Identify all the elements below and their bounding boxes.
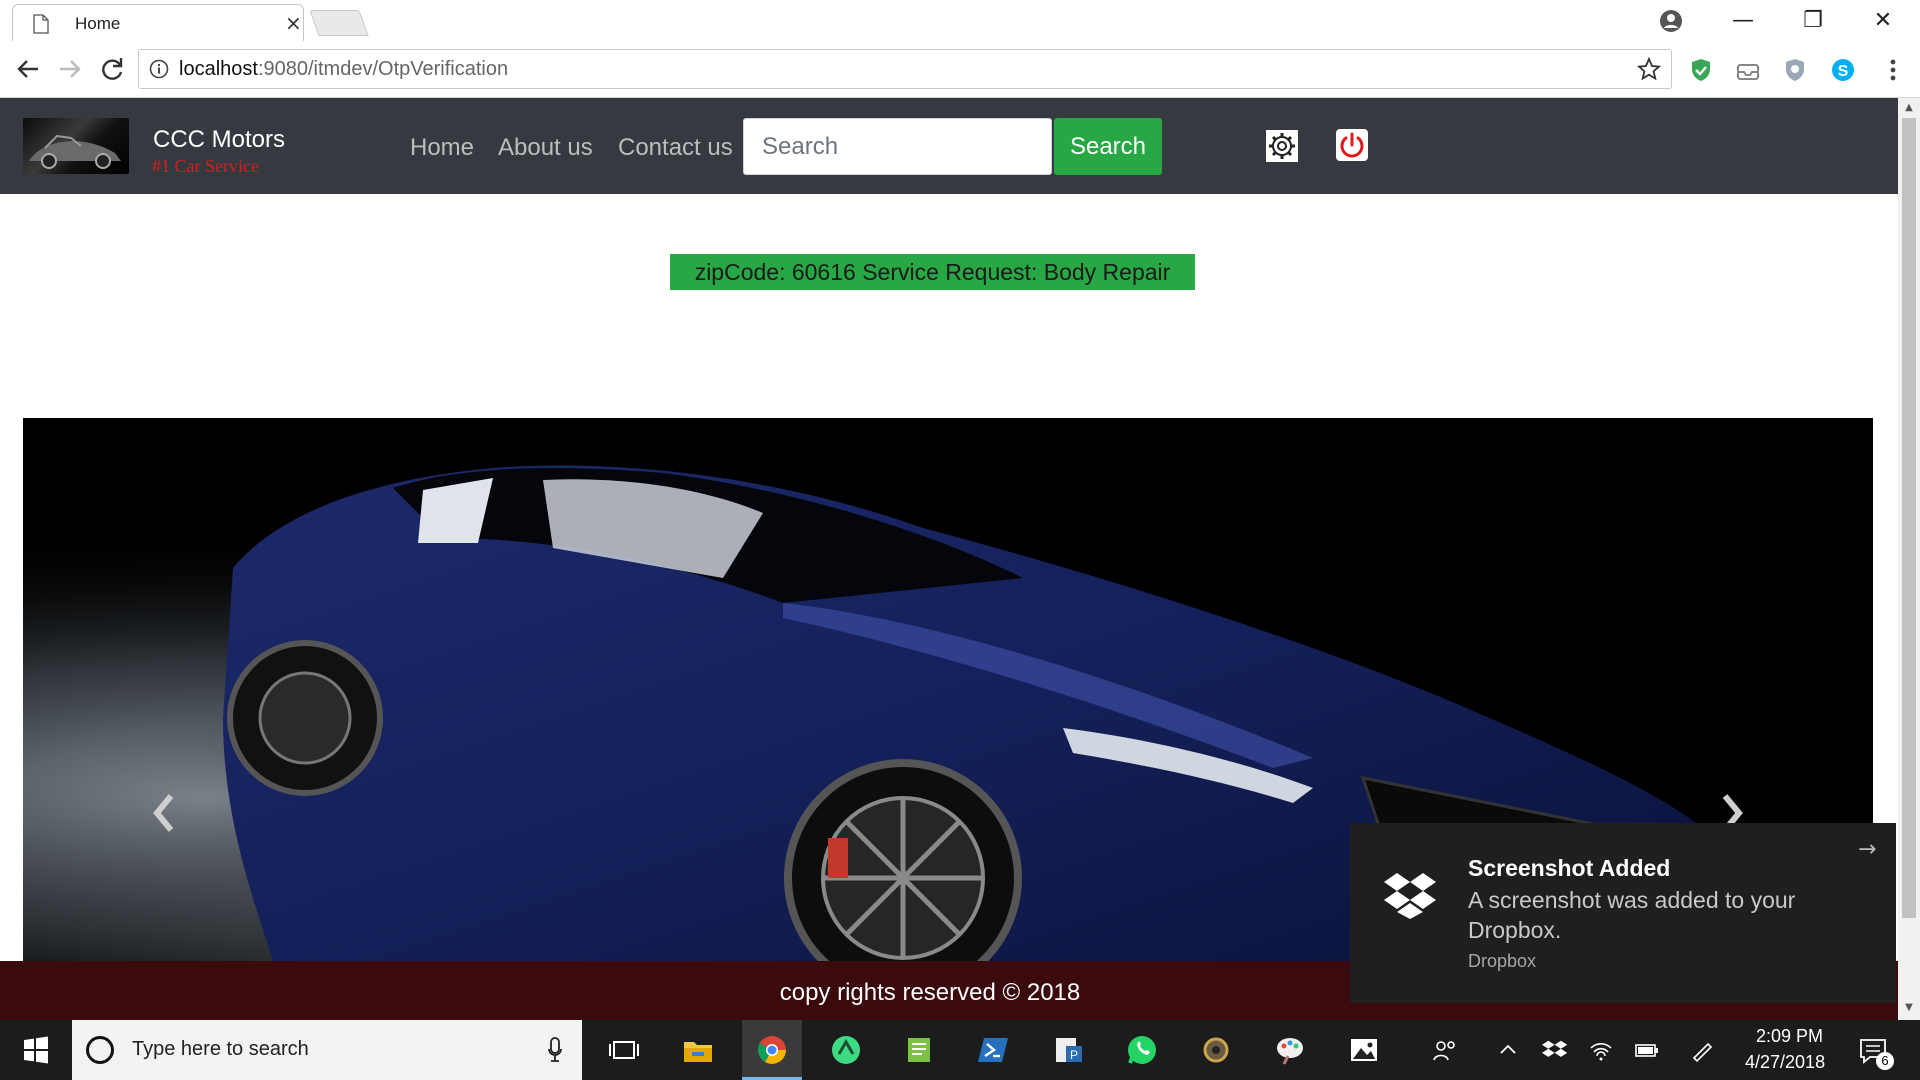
browser-tab-bar: Home × — ❐ ✕ bbox=[0, 0, 1920, 41]
reload-icon[interactable] bbox=[96, 53, 128, 85]
whatsapp-icon[interactable] bbox=[1112, 1020, 1172, 1080]
power-icon[interactable] bbox=[1335, 128, 1369, 162]
clock-date[interactable]: 4/27/2018 bbox=[1745, 1052, 1825, 1073]
battery-icon[interactable] bbox=[1634, 1038, 1660, 1062]
tab-title: Home bbox=[75, 14, 121, 33]
chrome-menu-icon[interactable] bbox=[1880, 57, 1906, 83]
chrome-icon[interactable] bbox=[742, 1020, 802, 1080]
windows-start-icon[interactable] bbox=[0, 1020, 72, 1080]
bookmark-star-icon[interactable] bbox=[1637, 57, 1661, 81]
privacy-extension-icon[interactable] bbox=[1782, 57, 1808, 83]
logo-car-graphic bbox=[29, 134, 121, 169]
android-studio-icon[interactable] bbox=[816, 1020, 876, 1080]
file-explorer-icon[interactable] bbox=[668, 1020, 728, 1080]
minimize-button[interactable]: — bbox=[1720, 4, 1766, 38]
toast-arrow-icon[interactable]: → bbox=[1858, 837, 1876, 862]
notepad-icon[interactable] bbox=[890, 1020, 950, 1080]
brand-logo-image[interactable] bbox=[23, 118, 129, 174]
people-icon[interactable] bbox=[1432, 1038, 1458, 1062]
taskbar-search-box[interactable]: Type here to search bbox=[72, 1020, 582, 1080]
task-view-icon[interactable] bbox=[594, 1020, 654, 1080]
site-navbar: CCC Motors #1 Car Service Home About us … bbox=[0, 98, 1898, 194]
clock-time[interactable]: 2:09 PM bbox=[1756, 1026, 1823, 1047]
chevron-up-icon[interactable] bbox=[1495, 1038, 1521, 1062]
nav-link-home[interactable]: Home bbox=[410, 134, 474, 162]
browser-tab[interactable]: Home × bbox=[12, 4, 304, 41]
new-tab-button[interactable] bbox=[309, 10, 369, 36]
close-window-button[interactable]: ✕ bbox=[1860, 4, 1906, 38]
tab-close-icon[interactable]: × bbox=[285, 11, 302, 35]
page-scrollbar[interactable]: ▲ ▼ bbox=[1898, 98, 1920, 1020]
taskbar-search-placeholder: Type here to search bbox=[132, 1038, 309, 1060]
inbox-extension-icon[interactable] bbox=[1735, 57, 1761, 83]
search-input[interactable] bbox=[743, 118, 1052, 175]
scroll-down-arrow-icon[interactable]: ▼ bbox=[1903, 1002, 1915, 1014]
url-text: localhost:9080/itmdev/OtpVerification bbox=[179, 58, 508, 81]
brand-tagline: #1 Car Service bbox=[152, 156, 259, 176]
search-button[interactable]: Search bbox=[1054, 118, 1162, 175]
paint-icon[interactable] bbox=[1260, 1020, 1320, 1080]
restore-button[interactable]: ❐ bbox=[1790, 4, 1836, 38]
toast-source: Dropbox bbox=[1468, 951, 1537, 971]
nav-link-contact[interactable]: Contact us bbox=[618, 134, 733, 162]
toast-body: A screenshot was added to your Dropbox. bbox=[1468, 887, 1796, 943]
settings-app-icon[interactable] bbox=[1186, 1020, 1246, 1080]
cortana-icon[interactable] bbox=[86, 1036, 114, 1064]
dropbox-tray-icon[interactable] bbox=[1542, 1038, 1568, 1062]
dropbox-notification-toast[interactable]: Screenshot Added A screenshot was added … bbox=[1350, 823, 1896, 1003]
gear-icon[interactable] bbox=[1265, 129, 1299, 163]
app-icon[interactable]: P bbox=[1038, 1020, 1098, 1080]
dropbox-icon bbox=[1384, 873, 1436, 919]
wifi-icon[interactable] bbox=[1588, 1038, 1614, 1062]
scroll-thumb[interactable] bbox=[1902, 118, 1916, 918]
back-icon[interactable] bbox=[12, 53, 44, 85]
brand-name[interactable]: CCC Motors bbox=[153, 126, 285, 154]
notification-count-badge: 6 bbox=[1876, 1052, 1894, 1070]
windows-taskbar: Type here to search P 2:09 PM 4/27/2018 … bbox=[0, 1020, 1920, 1080]
info-icon[interactable] bbox=[149, 59, 169, 79]
scroll-up-arrow-icon[interactable]: ▲ bbox=[1903, 102, 1915, 114]
chevron-left-icon[interactable] bbox=[143, 778, 183, 848]
microphone-icon[interactable] bbox=[548, 1037, 562, 1063]
page-icon bbox=[33, 14, 49, 34]
url-path: :9080/itmdev/OtpVerification bbox=[257, 58, 509, 80]
browser-toolbar: localhost:9080/itmdev/OtpVerification bbox=[0, 41, 1920, 98]
powershell-icon[interactable] bbox=[964, 1020, 1024, 1080]
url-host: localhost bbox=[179, 58, 258, 80]
svg-text:P: P bbox=[1070, 1048, 1078, 1062]
svg-text:S: S bbox=[1838, 63, 1849, 80]
profile-icon[interactable] bbox=[1658, 8, 1684, 34]
toast-title: Screenshot Added bbox=[1468, 855, 1671, 881]
shield-extension-icon[interactable] bbox=[1688, 57, 1714, 83]
photos-icon[interactable] bbox=[1334, 1020, 1394, 1080]
skype-icon[interactable]: S bbox=[1830, 57, 1856, 83]
forward-icon[interactable] bbox=[54, 53, 86, 85]
pen-icon[interactable] bbox=[1690, 1038, 1716, 1062]
address-bar[interactable]: localhost:9080/itmdev/OtpVerification bbox=[138, 49, 1672, 89]
nav-link-about[interactable]: About us bbox=[498, 134, 593, 162]
service-request-banner: zipCode: 60616 Service Request: Body Rep… bbox=[670, 254, 1195, 290]
